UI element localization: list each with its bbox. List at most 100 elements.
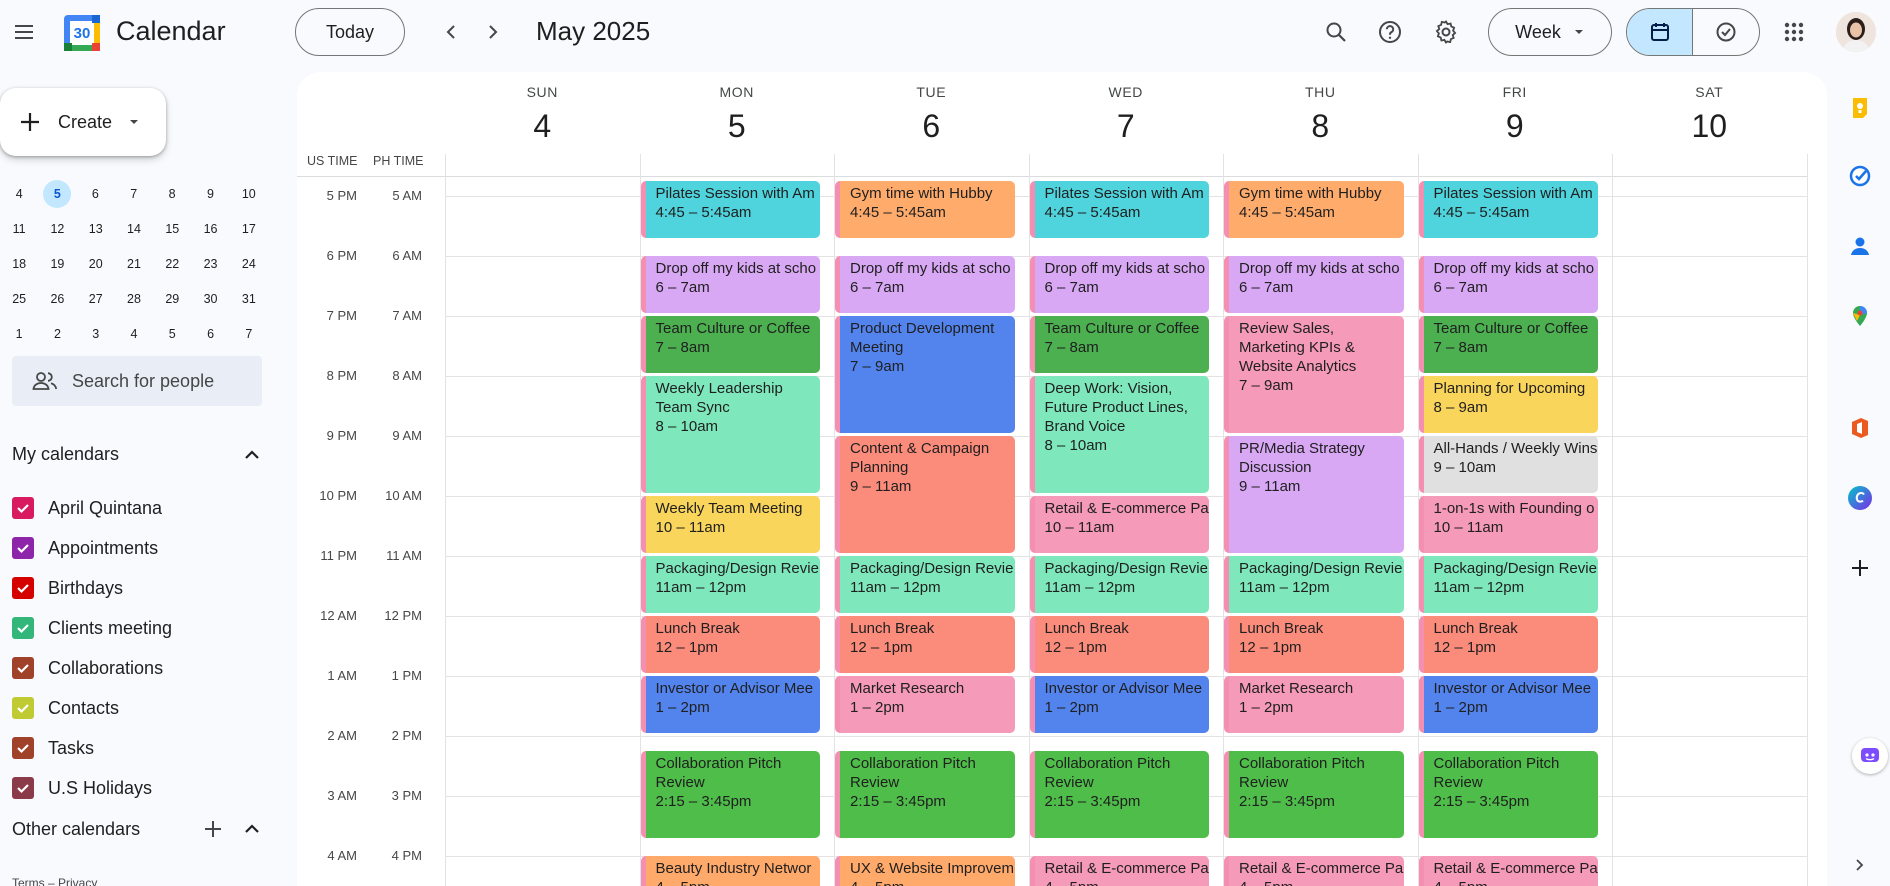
- day-header[interactable]: FRI 9: [1418, 84, 1613, 145]
- mini-calendar-day[interactable]: 27: [77, 285, 115, 313]
- calendar-event[interactable]: Lunch Break 12 – 1pm: [1224, 616, 1404, 673]
- tasks-button[interactable]: [1842, 158, 1878, 194]
- mini-calendar-day[interactable]: 22: [153, 250, 191, 278]
- assistant-button[interactable]: [1852, 738, 1888, 774]
- my-calendars-header[interactable]: My calendars: [12, 444, 262, 465]
- calendar-event[interactable]: Lunch Break 12 – 1pm: [835, 616, 1015, 673]
- calendar-event[interactable]: Weekly Team Meeting 10 – 11am: [640, 496, 820, 553]
- calendar-checkbox[interactable]: [12, 497, 34, 519]
- calendar-event[interactable]: Content & Campaign Planning 9 – 11am: [835, 436, 1015, 553]
- mini-calendar-day[interactable]: 13: [77, 215, 115, 243]
- calendar-item[interactable]: Contacts: [12, 688, 172, 728]
- calendar-logo[interactable]: 30: [62, 13, 102, 53]
- calendar-event[interactable]: Lunch Break 12 – 1pm: [1418, 616, 1598, 673]
- calendar-event[interactable]: Investor or Advisor Mee 1 – 2pm: [1029, 676, 1209, 733]
- calendar-event[interactable]: Packaging/Design Revie 11am – 12pm: [835, 556, 1015, 613]
- mini-calendar-day[interactable]: 24: [230, 250, 268, 278]
- canva-addon-button[interactable]: [1842, 480, 1878, 516]
- mini-calendar-day[interactable]: 6: [76, 180, 114, 208]
- today-button[interactable]: Today: [295, 8, 405, 56]
- calendar-event[interactable]: Lunch Break 12 – 1pm: [1029, 616, 1209, 673]
- calendar-event[interactable]: Beauty Industry Networ4 – 5pm: [640, 856, 820, 886]
- mini-calendar-day[interactable]: 5: [153, 320, 191, 348]
- hide-side-panel-button[interactable]: [1852, 858, 1866, 877]
- mini-calendar-day[interactable]: 12: [38, 215, 76, 243]
- mini-calendar-day[interactable]: 6: [191, 320, 229, 348]
- calendar-item[interactable]: Clients meeting: [12, 608, 172, 648]
- calendar-event[interactable]: Retail & E-commerce Pa 10 – 11am: [1029, 496, 1209, 553]
- calendar-event[interactable]: All-Hands / Weekly Wins 9 – 10am: [1418, 436, 1598, 493]
- calendar-event[interactable]: Packaging/Design Revie 11am – 12pm: [1224, 556, 1404, 613]
- mini-calendar-day[interactable]: 11: [0, 215, 38, 243]
- calendar-checkbox[interactable]: [12, 657, 34, 679]
- calendar-event[interactable]: Collaboration Pitch Review 2:15 – 3:45pm: [835, 751, 1015, 838]
- calendar-event[interactable]: Planning for Upcoming 8 – 9am: [1418, 376, 1598, 433]
- terms-privacy-link[interactable]: Terms – Privacy: [12, 876, 97, 886]
- tasks-mode-button[interactable]: [1693, 9, 1759, 55]
- calendar-item[interactable]: Birthdays: [12, 568, 172, 608]
- settings-button[interactable]: [1426, 12, 1466, 52]
- calendar-event[interactable]: Drop off my kids at scho 6 – 7am: [1418, 256, 1598, 313]
- calendar-event[interactable]: Packaging/Design Revie 11am – 12pm: [1418, 556, 1598, 613]
- day-header[interactable]: MON 5: [640, 84, 835, 145]
- calendar-checkbox[interactable]: [12, 537, 34, 559]
- mini-calendar-day[interactable]: 4: [115, 320, 153, 348]
- search-button[interactable]: [1316, 12, 1356, 52]
- calendar-item[interactable]: Appointments: [12, 528, 172, 568]
- mini-calendar-day[interactable]: 2: [38, 320, 76, 348]
- calendar-event[interactable]: Market Research 1 – 2pm: [835, 676, 1015, 733]
- contacts-button[interactable]: [1842, 228, 1878, 264]
- mini-calendar-day[interactable]: 15: [153, 215, 191, 243]
- calendar-event[interactable]: Drop off my kids at scho 6 – 7am: [640, 256, 820, 313]
- calendar-event[interactable]: Investor or Advisor Mee 1 – 2pm: [1418, 676, 1598, 733]
- mini-calendar-day[interactable]: 7: [115, 180, 153, 208]
- add-other-calendar-icon[interactable]: [202, 818, 224, 840]
- calendar-event[interactable]: Product Development Meeting 7 – 9am: [835, 316, 1015, 433]
- calendar-event[interactable]: Drop off my kids at scho 6 – 7am: [1029, 256, 1209, 313]
- maps-button[interactable]: [1842, 298, 1878, 334]
- mini-calendar-day[interactable]: 20: [77, 250, 115, 278]
- mini-calendar-day[interactable]: 30: [191, 285, 229, 313]
- calendar-event[interactable]: Retail & E-commerce Pa4 – 5pm: [1029, 856, 1209, 886]
- mini-calendar-day[interactable]: 25: [0, 285, 38, 313]
- calendar-event[interactable]: Collaboration Pitch Review 2:15 – 3:45pm: [1224, 751, 1404, 838]
- mini-calendar-day[interactable]: 9: [191, 180, 229, 208]
- calendar-event[interactable]: Lunch Break 12 – 1pm: [640, 616, 820, 673]
- calendar-item[interactable]: April Quintana: [12, 488, 172, 528]
- calendar-event[interactable]: Market Research 1 – 2pm: [1224, 676, 1404, 733]
- mini-calendar-day[interactable]: 7: [230, 320, 268, 348]
- calendar-checkbox[interactable]: [12, 617, 34, 639]
- mini-calendar-day[interactable]: 31: [230, 285, 268, 313]
- calendar-event[interactable]: Drop off my kids at scho 6 – 7am: [1224, 256, 1404, 313]
- mini-calendar-day[interactable]: 3: [77, 320, 115, 348]
- chevron-up-icon[interactable]: [242, 819, 262, 839]
- help-button[interactable]: [1370, 12, 1410, 52]
- keep-button[interactable]: [1842, 90, 1878, 126]
- day-header[interactable]: WED 7: [1029, 84, 1224, 145]
- mini-calendar-day[interactable]: 29: [153, 285, 191, 313]
- calendar-event[interactable]: 1-on-1s with Founding o 10 – 11am: [1418, 496, 1598, 553]
- calendar-mode-button[interactable]: [1627, 9, 1693, 55]
- mini-calendar-day[interactable]: 14: [115, 215, 153, 243]
- calendar-event[interactable]: PR/Media Strategy Discussion 9 – 11am: [1224, 436, 1404, 553]
- calendar-event[interactable]: Deep Work: Vision, Future Product Lines,…: [1029, 376, 1209, 493]
- calendar-event[interactable]: Gym time with Hubby 4:45 – 5:45am: [835, 181, 1015, 238]
- mini-calendar-day[interactable]: 19: [38, 250, 76, 278]
- mini-calendar-day[interactable]: 23: [191, 250, 229, 278]
- mini-calendar-day[interactable]: 5: [43, 179, 72, 208]
- mini-calendar-day[interactable]: 26: [38, 285, 76, 313]
- calendar-event[interactable]: Team Culture or Coffee 7 – 8am: [1418, 316, 1598, 373]
- mini-calendar-day[interactable]: 16: [191, 215, 229, 243]
- mini-calendar-day[interactable]: 10: [230, 180, 268, 208]
- calendar-event[interactable]: Pilates Session with Am 4:45 – 5:45am: [1418, 181, 1598, 238]
- previous-week-button[interactable]: [432, 12, 472, 52]
- calendar-item[interactable]: Tasks: [12, 728, 172, 768]
- calendar-event[interactable]: Pilates Session with Am 4:45 – 5:45am: [640, 181, 820, 238]
- get-addons-button[interactable]: [1842, 550, 1878, 586]
- calendar-event[interactable]: Pilates Session with Am 4:45 – 5:45am: [1029, 181, 1209, 238]
- calendar-checkbox[interactable]: [12, 697, 34, 719]
- calendar-checkbox[interactable]: [12, 777, 34, 799]
- calendar-checkbox[interactable]: [12, 577, 34, 599]
- create-button[interactable]: Create: [0, 88, 166, 156]
- day-header[interactable]: SAT 10: [1612, 84, 1807, 145]
